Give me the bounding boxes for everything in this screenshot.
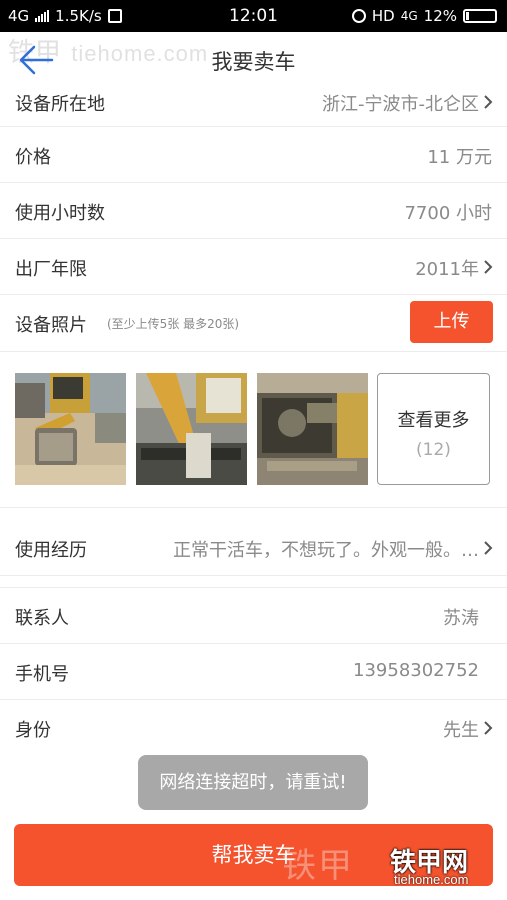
contact-label: 联系人 — [15, 608, 69, 629]
view-more-button[interactable]: 查看更多 (12) — [377, 373, 490, 485]
contact-value: 苏涛 — [443, 608, 479, 629]
row-phone[interactable]: 手机号 13958302752 — [0, 644, 507, 700]
watermark-bottom: 铁甲 — [282, 846, 354, 886]
excavator-photo-2 — [136, 373, 247, 485]
status-bar: 4G 1.5K/s 12:01 HD 4G 12% — [0, 0, 507, 32]
section-divider — [0, 576, 507, 588]
hours-label: 使用小时数 — [15, 203, 105, 224]
chevron-right-icon — [484, 541, 493, 555]
battery-icon — [463, 9, 497, 23]
photo-count: (12) — [416, 440, 451, 460]
photo-thumbnail[interactable] — [257, 373, 368, 485]
year-label: 出厂年限 — [15, 259, 87, 280]
experience-label: 使用经历 — [15, 540, 87, 561]
page-title-overlay: 我要卖车 — [211, 50, 296, 74]
network-type-2: 4G — [400, 9, 418, 23]
photo-thumbnail[interactable] — [15, 373, 126, 485]
chevron-right-icon — [484, 260, 493, 274]
logo-domain: tiehome.com — [394, 872, 469, 887]
price-value: 11 万元 — [427, 147, 492, 168]
photos-label: 设备照片 — [15, 315, 87, 336]
alarm-icon — [351, 9, 366, 23]
photo-thumbnail[interactable] — [136, 373, 247, 485]
battery-fill — [466, 12, 469, 20]
row-hours[interactable]: 使用小时数 7700 小时 — [0, 183, 507, 239]
phone-label: 手机号 — [15, 664, 69, 685]
photo-grid: 查看更多 (12) — [0, 352, 507, 508]
experience-value: 正常干活车，不想玩了。外观一般。… — [173, 540, 479, 561]
toast-message: 网络连接超时，请重试! — [138, 755, 368, 810]
excavator-photo-3 — [257, 373, 368, 485]
location-label: 设备所在地 — [15, 94, 105, 115]
status-right: HD 4G 12% — [351, 7, 497, 25]
location-value: 浙江-宁波市-北仑区 — [322, 94, 479, 115]
chevron-right-icon — [484, 95, 493, 109]
year-value: 2011年 — [415, 259, 479, 280]
price-label: 价格 — [15, 147, 51, 168]
upload-button[interactable]: 上传 — [410, 301, 493, 343]
hours-value: 7700 小时 — [404, 203, 492, 224]
row-experience[interactable]: 使用经历 正常干活车，不想玩了。外观一般。… — [0, 520, 507, 576]
row-contact[interactable]: 联系人 苏涛 — [0, 588, 507, 644]
row-year[interactable]: 出厂年限 2011年 — [0, 239, 507, 295]
row-identity[interactable]: 身份 先生 — [0, 700, 507, 756]
chevron-right-icon — [484, 721, 493, 735]
photos-hint: (至少上传5张 最多20张) — [107, 317, 240, 331]
view-more-label: 查看更多 — [397, 410, 470, 431]
row-photos: 设备照片 (至少上传5张 最多20张) 上传 — [0, 295, 507, 352]
brand-logo: 铁甲网 tiehome.com — [390, 842, 494, 890]
battery-percent: 12% — [423, 7, 457, 25]
phone-value: 13958302752 — [353, 660, 479, 681]
app-header-overlay: 铁甲 tiehome.com 我要卖车 — [0, 32, 507, 88]
row-price[interactable]: 价格 11 万元 — [0, 127, 507, 183]
excavator-photo-1 — [15, 373, 126, 485]
hd-indicator: HD — [371, 7, 395, 25]
identity-value: 先生 — [443, 720, 479, 741]
identity-label: 身份 — [15, 720, 51, 741]
